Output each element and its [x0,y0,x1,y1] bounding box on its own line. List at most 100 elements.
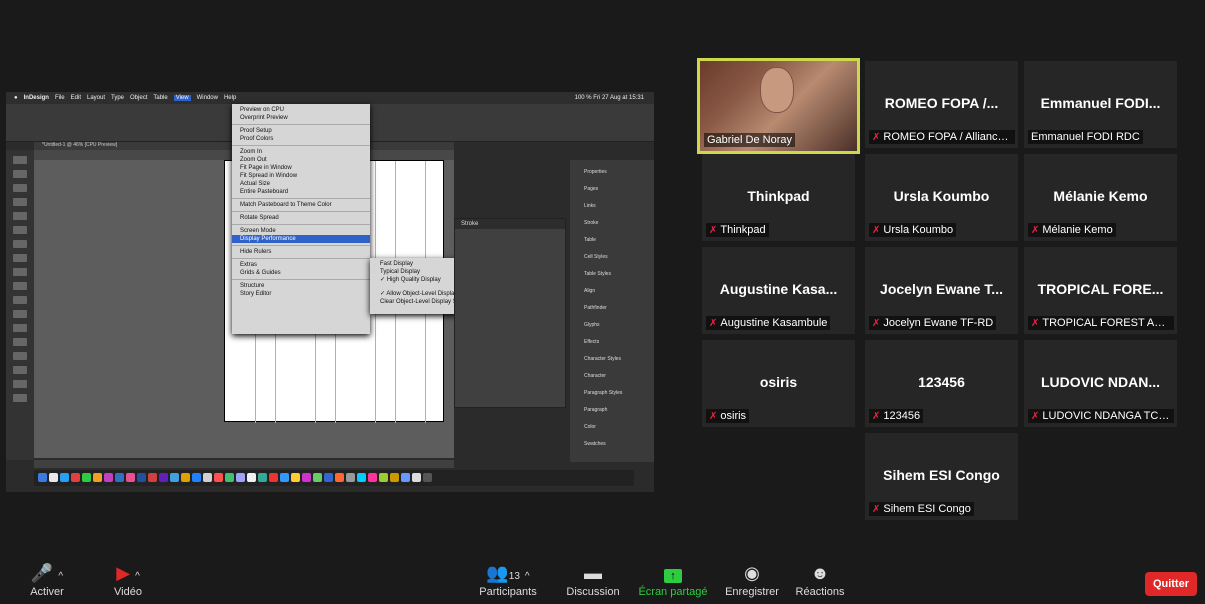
mic-muted-icon: ✗ [709,411,718,422]
video-button[interactable]: ▶ ^ Vidéo [98,560,158,598]
mac-menubar: ● InDesign File Edit Layout Type Object … [6,92,654,104]
mic-muted-icon: ✗ [1031,411,1040,422]
participant-name: osiris [759,374,798,390]
chat-label: Discussion [566,586,620,598]
participants-icon: 👥13 ^ [486,563,530,583]
apple-icon: ● [14,95,18,101]
participant-tile[interactable]: TROPICAL FORE... ✗ TROPICAL FOREST AND ..… [1024,247,1177,334]
participant-tile[interactable]: 123456 ✗ 123456 [865,340,1018,427]
participant-tile[interactable]: Ursla Koumbo ✗ Ursla Koumbo [865,154,1018,241]
participant-label: ✗ LUDOVIC NDANGA TCH... [1028,409,1174,423]
mic-muted-icon: ✗ [872,411,881,422]
mic-muted-icon: ✗ [872,132,881,143]
shared-screen: ● InDesign File Edit Layout Type Object … [6,92,654,492]
mic-muted-icon: 🎤 ^ [30,563,64,583]
video-off-icon: ▶ ^ [116,563,140,583]
menu-item: Actual Size [240,181,271,187]
menu-item: Extras [240,262,258,268]
menu-item: Match Pasteboard to Theme Color [240,202,332,208]
mic-muted-icon: ✗ [872,318,881,329]
mic-muted-icon: ✗ [1031,318,1040,329]
participant-name: ROMEO FOPA /... [884,95,999,111]
record-label: Enregistrer [725,586,779,598]
participant-label: ✗ Thinkpad [706,223,769,237]
panel-item: Table [584,237,596,243]
participant-tile[interactable]: Emmanuel FODI... Emmanuel FODI RDC [1024,61,1177,148]
participant-tile[interactable]: Augustine Kasa... ✗ Augustine Kasambule [702,247,855,334]
participant-tile[interactable]: ROMEO FOPA /... ✗ ROMEO FOPA / Alliance .… [865,61,1018,148]
menu-item-display-performance: Display Performance [232,235,370,243]
leave-button[interactable]: Quitter [1144,572,1197,596]
panel-item: Pages [584,186,599,192]
menu-item: Fit Page in Window [240,165,292,171]
participants-button[interactable]: 👥13 ^ Participants [468,560,548,598]
panel-item: Cell Styles [584,254,608,260]
mute-label: Activer [30,586,64,598]
participant-name: Emmanuel FODI... [1040,95,1161,111]
menu-file: File [54,95,65,101]
chat-button[interactable]: ▬ Discussion [565,560,621,598]
record-button[interactable]: ◉ Enregistrer [722,560,782,598]
chat-icon: ▬ [584,563,602,583]
menu-item: Zoom In [240,149,263,155]
share-screen-label: Écran partagé [638,586,708,598]
stroke-panel-title: Stroke [455,219,565,229]
panel-item: Pathfinder [584,305,607,311]
mic-muted-icon: ✗ [872,504,881,515]
video-label: Vidéo [114,586,142,598]
menu-item: Story Editor [240,291,272,297]
panel-item: Table Styles [584,271,611,277]
menu-item: Hide Rulers [240,249,272,255]
menu-type: Type [111,95,125,101]
menu-edit: Edit [70,95,81,101]
menu-table: Table [153,95,168,101]
panel-item: Character [584,373,606,379]
participant-tile[interactable]: Jocelyn Ewane T... ✗ Jocelyn Ewane TF-RD [865,247,1018,334]
panel-item: Glyphs [584,322,600,328]
participant-name: Thinkpad [747,188,810,204]
participants-count: 13 [508,571,520,582]
menu-indesign: InDesign [23,95,49,101]
share-screen-icon: ↑ [637,560,709,586]
participant-tile[interactable]: LUDOVIC NDAN... ✗ LUDOVIC NDANGA TCH... [1024,340,1177,427]
menu-object: Object [130,95,148,101]
panel-item: Stroke [584,220,599,226]
participant-label: ✗ 123456 [869,409,924,423]
menu-item: Screen Mode [240,228,276,234]
participant-name: Mélanie Kemo [1053,188,1148,204]
participant-tile[interactable]: osiris ✗ osiris [702,340,855,427]
menu-item: Zoom Out [240,157,267,163]
share-screen-button[interactable]: ↑ Écran partagé [637,560,709,598]
participant-name: Jocelyn Ewane T... [880,281,1003,297]
menu-item: Proof Colors [240,136,274,142]
menu-item: Preview on CPU [240,107,285,113]
mute-button[interactable]: 🎤 ^ Activer [22,560,72,598]
panel-item: Align [584,288,596,294]
participant-label: ✗ Sihem ESI Congo [869,502,974,516]
participant-label: Emmanuel FODI RDC [1028,130,1143,144]
participant-name: Augustine Kasa... [719,281,838,297]
menu-layout: Layout [86,95,105,101]
mic-muted-icon: ✗ [709,225,718,236]
participant-tile[interactable]: Mélanie Kemo ✗ Mélanie Kemo [1024,154,1177,241]
reactions-button[interactable]: ☻ Réactions [790,560,850,598]
panel-item: Paragraph [584,407,608,413]
panel-item: Swatches [584,441,606,447]
participant-video [760,67,794,113]
mic-muted-icon: ✗ [1031,225,1040,236]
panel-item: Links [584,203,596,209]
record-icon: ◉ [744,563,760,583]
panel-item: Character Styles [584,356,621,362]
panel-item: Properties [584,169,607,175]
menu-item: Proof Setup [240,128,272,134]
participant-tile[interactable]: Thinkpad ✗ Thinkpad [702,154,855,241]
participant-grid: Gabriel De Noray ROMEO FOPA /... ✗ ROMEO … [697,58,1193,528]
participant-tile[interactable]: Sihem ESI Congo ✗ Sihem ESI Congo [865,433,1018,520]
menu-item: Rotate Spread [240,215,279,221]
participant-label: ✗ osiris [706,409,750,423]
menu-window: Window [196,95,218,101]
view-menu: Preview on CPU Overprint Preview Proof S… [232,104,370,334]
status-bar [34,460,454,468]
participant-tile-video[interactable]: Gabriel De Noray [697,58,860,154]
participant-label: ✗ Augustine Kasambule [706,316,831,330]
